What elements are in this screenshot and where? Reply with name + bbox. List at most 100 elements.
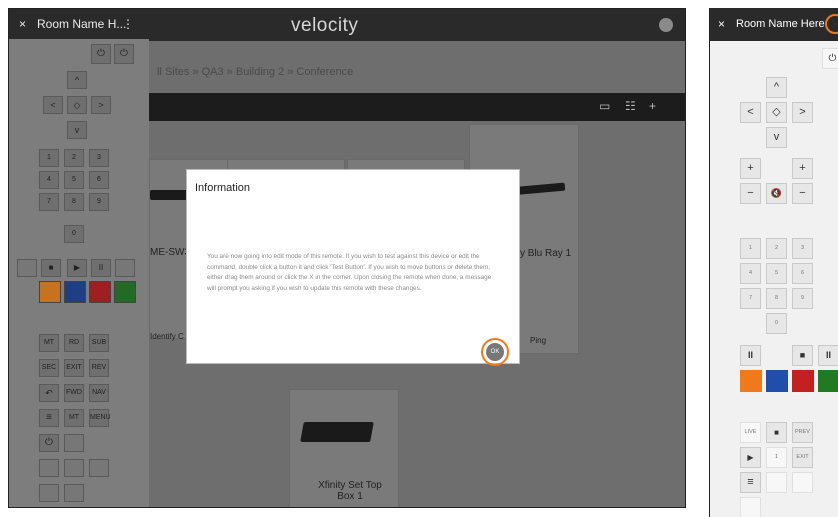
menu-icon[interactable]: ≡ <box>39 409 59 427</box>
remote-button[interactable] <box>766 472 787 493</box>
power-button[interactable]: ⏻ <box>114 44 134 64</box>
mt-button[interactable]: MT <box>64 409 84 427</box>
red-button[interactable] <box>89 281 111 303</box>
rd-button[interactable]: RD <box>64 334 84 352</box>
up-button[interactable]: ^ <box>67 71 87 89</box>
remote-panel: × Room Name H... ⋮ ⏻ ⏻ ^ < ◇ > v 1 2 3 4… <box>9 9 149 507</box>
number-button[interactable]: 9 <box>89 193 109 211</box>
screen-icon[interactable]: ▭ <box>599 99 610 113</box>
power-button[interactable]: ⏻ <box>822 48 838 69</box>
left-button[interactable]: < <box>740 102 761 123</box>
center-button[interactable]: ◇ <box>766 102 787 123</box>
remote-button[interactable] <box>89 459 109 477</box>
number-button[interactable]: 3 <box>89 149 109 167</box>
plus-icon[interactable]: + <box>649 99 656 113</box>
blue-button[interactable] <box>766 370 788 392</box>
volume-up-button[interactable]: + <box>740 158 761 179</box>
dialog-message: You are now going into edit mode of this… <box>207 253 492 292</box>
number-button[interactable]: 4 <box>740 263 761 284</box>
blue-button[interactable] <box>64 281 86 303</box>
stop-button[interactable]: ■ <box>41 259 61 277</box>
live-button[interactable]: LIVE <box>740 422 761 443</box>
information-dialog: Information You are now going into edit … <box>186 169 520 366</box>
number-button[interactable]: 9 <box>792 288 813 309</box>
green-button[interactable] <box>818 370 838 392</box>
menu-button[interactable]: MENU <box>89 409 111 427</box>
remote-button[interactable] <box>64 434 84 452</box>
right-button[interactable]: > <box>91 96 111 114</box>
volume-down-button[interactable]: − <box>740 183 761 204</box>
number-button[interactable]: 5 <box>766 263 787 284</box>
filter-icon[interactable]: ☷ <box>625 99 636 113</box>
number-button[interactable]: 6 <box>89 171 109 189</box>
remote-header: × Room Name H... ⋮ <box>9 9 149 39</box>
number-button[interactable]: 4 <box>39 171 59 189</box>
number-button[interactable]: 7 <box>740 288 761 309</box>
remote-button[interactable] <box>740 497 761 517</box>
number-button[interactable]: 8 <box>64 193 84 211</box>
power-button[interactable]: ⏻ <box>91 44 111 64</box>
number-button[interactable]: 3 <box>792 238 813 259</box>
breadcrumb[interactable]: ll Sites » QA3 » Building 2 » Conference <box>157 66 353 78</box>
fwd-button[interactable]: FWD <box>64 384 84 402</box>
channel-up-button[interactable]: + <box>792 158 813 179</box>
stop-button[interactable]: ■ <box>766 422 787 443</box>
prev-button[interactable]: PREV <box>792 422 813 443</box>
user-avatar[interactable] <box>659 18 673 32</box>
kebab-icon[interactable]: ⋮ <box>122 17 134 31</box>
ok-button[interactable]: OK <box>486 343 504 361</box>
remote-button[interactable] <box>64 459 84 477</box>
number-button[interactable]: 5 <box>64 171 84 189</box>
number-button[interactable]: 1 <box>766 447 787 468</box>
power-button[interactable]: ⏻ <box>39 434 59 452</box>
remote-button[interactable] <box>39 459 59 477</box>
exit-button[interactable]: EXIT <box>792 447 813 468</box>
close-icon[interactable]: × <box>718 17 725 31</box>
center-button[interactable]: ◇ <box>67 96 87 114</box>
remote-button[interactable] <box>39 484 59 502</box>
remote-button[interactable] <box>792 472 813 493</box>
orange-button[interactable] <box>740 370 762 392</box>
device-actions[interactable]: Identify C <box>150 332 184 341</box>
green-button[interactable] <box>114 281 136 303</box>
number-button[interactable]: 7 <box>39 193 59 211</box>
pause-button[interactable]: II <box>818 345 838 366</box>
play-button[interactable]: ▶ <box>740 447 761 468</box>
down-button[interactable]: v <box>766 127 787 148</box>
number-button[interactable]: 1 <box>39 149 59 167</box>
nav-button[interactable]: NAV <box>89 384 109 402</box>
orange-button[interactable] <box>39 281 61 303</box>
pause-button[interactable]: II <box>740 345 761 366</box>
exit-button[interactable]: EXIT <box>64 359 84 377</box>
number-button[interactable]: 0 <box>766 313 787 334</box>
mute-button[interactable]: MT <box>39 334 59 352</box>
play-button[interactable]: ▶ <box>67 259 87 277</box>
channel-down-button[interactable]: − <box>792 183 813 204</box>
mute-icon[interactable]: 🔇 <box>766 183 787 204</box>
left-button[interactable]: < <box>43 96 63 114</box>
number-button[interactable]: 2 <box>64 149 84 167</box>
number-button[interactable]: 2 <box>766 238 787 259</box>
menu-icon[interactable]: ≡ <box>740 472 761 493</box>
number-button[interactable]: 1 <box>740 238 761 259</box>
device-actions[interactable]: Ping <box>530 336 546 345</box>
stop-button[interactable]: ■ <box>792 345 813 366</box>
sec-button[interactable]: SEC <box>39 359 59 377</box>
right-button[interactable]: > <box>792 102 813 123</box>
remote-button[interactable] <box>17 259 37 277</box>
pause-button[interactable]: II <box>91 259 111 277</box>
number-button[interactable]: 0 <box>64 225 84 243</box>
device-card[interactable]: Xfinity Set Top Box 1 <box>289 389 399 507</box>
back-icon[interactable]: ↶ <box>39 384 59 402</box>
kebab-icon[interactable]: ⋮ <box>834 18 838 31</box>
close-icon[interactable]: × <box>19 17 26 31</box>
number-button[interactable]: 6 <box>792 263 813 284</box>
down-button[interactable]: v <box>67 121 87 139</box>
rev-button[interactable]: REV <box>89 359 109 377</box>
number-button[interactable]: 8 <box>766 288 787 309</box>
sub-button[interactable]: SUB <box>89 334 109 352</box>
up-button[interactable]: ^ <box>766 77 787 98</box>
remote-button[interactable] <box>115 259 135 277</box>
remote-button[interactable] <box>64 484 84 502</box>
red-button[interactable] <box>792 370 814 392</box>
